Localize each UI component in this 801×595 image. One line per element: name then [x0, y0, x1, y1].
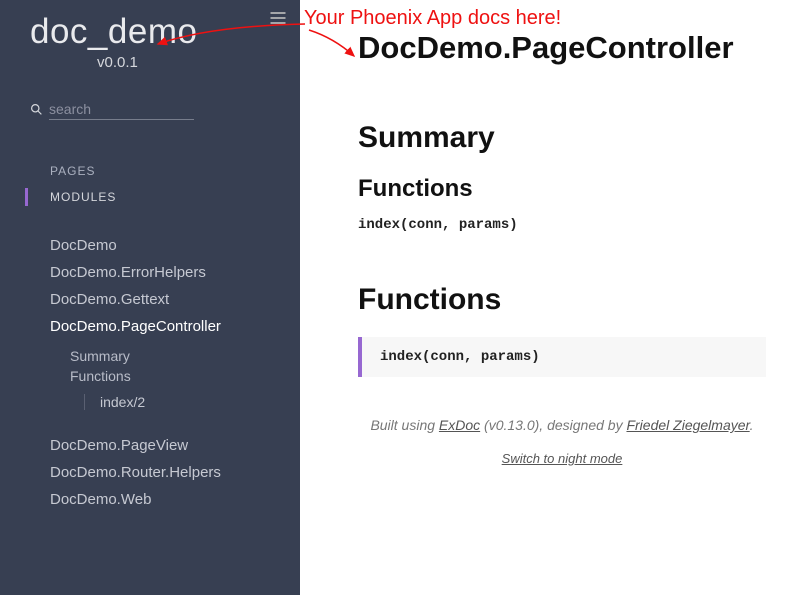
page-title: DocDemo.PageController — [358, 30, 766, 66]
project-version: v0.0.1 — [67, 52, 300, 71]
module-item-active[interactable]: DocDemo.PageController — [50, 313, 300, 340]
summary-heading: Summary — [358, 121, 766, 155]
module-item[interactable]: DocDemo.Web — [50, 486, 300, 513]
nav-tabs: PAGES MODULES — [30, 158, 300, 210]
designer-link[interactable]: Friedel Ziegelmayer — [626, 417, 749, 433]
hamburger-icon[interactable] — [268, 8, 288, 28]
module-item[interactable]: DocDemo.PageView — [50, 432, 300, 459]
sidebar: doc_demo v0.0.1 PAGES MODULES DocDemo Do… — [0, 0, 300, 595]
module-item[interactable]: DocDemo.Gettext — [50, 286, 300, 313]
footer-text: Built using — [370, 417, 438, 433]
tab-modules[interactable]: MODULES — [30, 184, 300, 210]
main-content: DocDemo.PageController Summary Functions… — [300, 0, 801, 595]
module-sublist: Summary Functions index/2 — [70, 346, 300, 412]
functions-subheading: Functions — [358, 175, 766, 203]
function-signature[interactable]: index(conn, params) — [358, 217, 766, 233]
footer-text: (v0.13.0), designed by — [480, 417, 626, 433]
project-title[interactable]: doc_demo — [0, 12, 300, 52]
module-item[interactable]: DocDemo.ErrorHelpers — [50, 259, 300, 286]
function-block: index(conn, params) — [358, 337, 766, 377]
function-list: index/2 — [84, 392, 300, 412]
footer-text: . — [750, 417, 754, 433]
functions-heading: Functions — [358, 283, 766, 317]
night-mode-link[interactable]: Switch to night mode — [358, 451, 766, 466]
exdoc-link[interactable]: ExDoc — [439, 417, 480, 433]
footer: Built using ExDoc (v0.13.0), designed by… — [358, 417, 766, 433]
search-icon — [30, 103, 43, 116]
sub-functions[interactable]: Functions — [70, 366, 300, 386]
module-item[interactable]: DocDemo — [50, 232, 300, 259]
search-input[interactable] — [49, 99, 194, 120]
function-item[interactable]: index/2 — [100, 392, 300, 412]
module-item[interactable]: DocDemo.Router.Helpers — [50, 459, 300, 486]
sub-summary[interactable]: Summary — [70, 346, 300, 366]
module-list: DocDemo DocDemo.ErrorHelpers DocDemo.Get… — [50, 232, 300, 513]
tab-pages[interactable]: PAGES — [30, 158, 300, 184]
